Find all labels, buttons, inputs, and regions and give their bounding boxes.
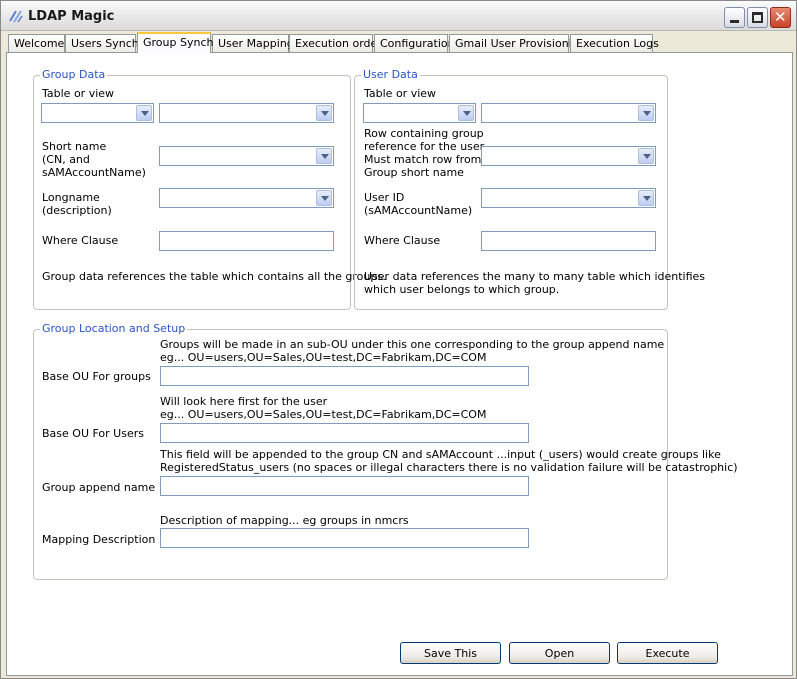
user-data-note-1: User data references the many to many ta…: [364, 270, 706, 283]
group-where-input[interactable]: [159, 231, 334, 251]
user-data-box: User Data Table or view Row containing g…: [354, 68, 705, 310]
tab-group-synch[interactable]: Group Synch: [137, 32, 213, 53]
group-short-name-label-1: Short name: [42, 140, 107, 153]
user-id-label-2: (sAMAccountName): [364, 204, 473, 217]
user-table-label: Table or view: [364, 87, 437, 100]
tab-strip: Welcome Users Synch Group Synch User Map…: [6, 32, 796, 53]
group-location-legend: Group Location and Setup: [40, 322, 188, 335]
group-short-name-select[interactable]: [159, 146, 334, 166]
window-title: LDAP Magic: [28, 9, 115, 24]
user-id-label-1: User ID: [364, 191, 405, 204]
group-append-hint-2: RegisteredStatus_users (no spaces or ill…: [160, 461, 738, 474]
minimize-button[interactable]: [724, 7, 745, 28]
group-append-label: Group append name: [42, 481, 156, 494]
chevron-down-icon[interactable]: [316, 105, 332, 121]
close-button[interactable]: ✕: [770, 7, 791, 28]
base-ou-groups-label: Base OU For groups: [42, 370, 151, 383]
user-id-select[interactable]: [481, 188, 656, 208]
tab-execution-order[interactable]: Execution order: [289, 34, 382, 52]
chevron-down-icon[interactable]: [316, 190, 332, 206]
maximize-icon: [752, 12, 763, 23]
user-row-label-1: Row containing group: [364, 127, 484, 140]
user-view-select[interactable]: [481, 103, 656, 123]
tab-configuration[interactable]: Configuration: [374, 34, 455, 52]
app-icon: [9, 10, 23, 23]
group-data-note: Group data references the table which co…: [42, 270, 387, 283]
close-icon: ✕: [774, 8, 787, 26]
user-where-label: Where Clause: [364, 234, 441, 247]
chevron-down-icon[interactable]: [316, 148, 332, 164]
user-where-input[interactable]: [481, 231, 656, 251]
tab-gmail-user-provisioning[interactable]: Gmail User Provisioning: [449, 34, 586, 52]
minimize-icon: [730, 20, 739, 23]
user-group-reference-select[interactable]: [481, 146, 656, 166]
base-ou-users-hint-2: eg... OU=users,OU=Sales,OU=test,DC=Fabri…: [160, 408, 487, 421]
base-ou-users-label: Base OU For Users: [42, 427, 144, 440]
tab-welcome[interactable]: Welcome: [8, 34, 65, 52]
user-row-label-3: Must match row from: [364, 153, 482, 166]
group-short-name-label-3: sAMAccountName): [42, 166, 146, 179]
user-row-label-4: Group short name: [364, 166, 464, 179]
app-window: LDAP Magic ✕ Welcome Users Synch Group S…: [0, 0, 797, 679]
chevron-down-icon[interactable]: [458, 105, 474, 121]
group-table-label: Table or view: [42, 87, 115, 100]
mapping-description-hint: Description of mapping... eg groups in n…: [160, 514, 409, 527]
user-table-select[interactable]: [363, 103, 476, 123]
base-ou-users-input[interactable]: [160, 423, 529, 443]
group-append-input[interactable]: [160, 476, 529, 496]
group-data-box: Group Data Table or view Short name (CN,…: [33, 68, 387, 310]
mapping-description-label: Mapping Description: [42, 533, 156, 546]
chevron-down-icon[interactable]: [136, 105, 152, 121]
open-button[interactable]: Open: [509, 642, 610, 664]
chevron-down-icon[interactable]: [638, 105, 654, 121]
tab-user-mapping[interactable]: User Mapping: [212, 34, 294, 52]
group-append-hint-1: This field will be appended to the group…: [160, 448, 721, 461]
group-longname-label-2: (description): [42, 204, 112, 217]
group-data-legend: Group Data: [40, 68, 108, 81]
base-ou-groups-input[interactable]: [160, 366, 529, 386]
group-synch-page: Group Data Table or view Short name (CN,…: [6, 52, 793, 676]
maximize-button[interactable]: [747, 7, 768, 28]
group-longname-label-1: Longname: [42, 191, 100, 204]
base-ou-groups-hint-1: Groups will be made in an sub-OU under t…: [160, 338, 665, 351]
group-short-name-label-2: (CN, and: [42, 153, 90, 166]
base-ou-groups-hint-2: eg... OU=users,OU=Sales,OU=test,DC=Fabri…: [160, 351, 487, 364]
tab-execution-logs[interactable]: Execution Logs: [570, 34, 659, 52]
base-ou-users-hint-1: Will look here first for the user: [160, 395, 328, 408]
title-bar[interactable]: LDAP Magic ✕: [1, 1, 796, 31]
group-where-label: Where Clause: [42, 234, 119, 247]
group-location-box: Group Location and Setup Groups will be …: [33, 322, 738, 580]
group-table-select[interactable]: [41, 103, 154, 123]
mapping-description-input[interactable]: [160, 528, 529, 548]
execute-button[interactable]: Execute: [617, 642, 718, 664]
chevron-down-icon[interactable]: [638, 148, 654, 164]
user-row-label-2: reference for the user: [364, 140, 485, 153]
user-data-note-2: which user belongs to which group.: [364, 283, 560, 296]
group-longname-select[interactable]: [159, 188, 334, 208]
chevron-down-icon[interactable]: [638, 190, 654, 206]
user-data-legend: User Data: [361, 68, 420, 81]
save-button[interactable]: Save This: [400, 642, 501, 664]
tab-users-synch[interactable]: Users Synch: [65, 34, 139, 52]
group-view-select[interactable]: [159, 103, 334, 123]
